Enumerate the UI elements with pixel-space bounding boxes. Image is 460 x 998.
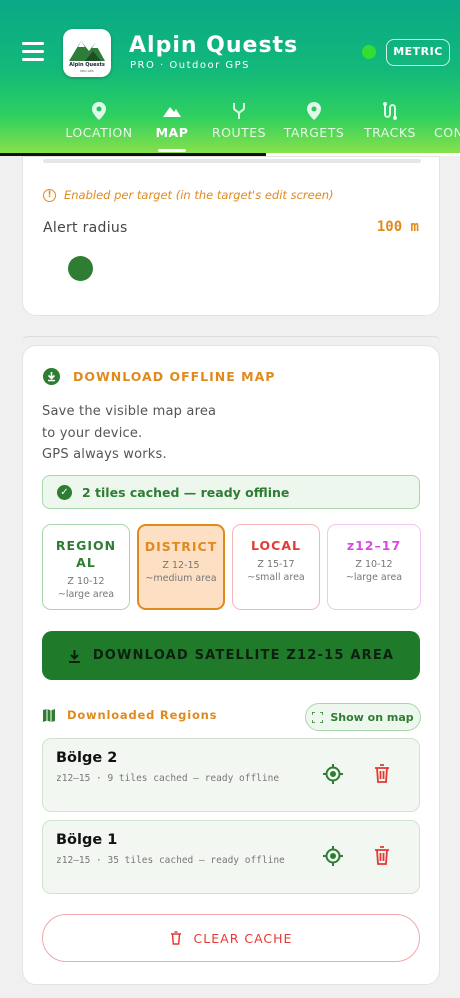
active-tab-indicator [158,149,186,152]
zoom-option-desc: ~large area [345,572,403,583]
tab-tracks[interactable]: TRACKS [362,100,418,152]
tab-targets[interactable]: TARGETS [283,100,345,152]
fork-icon [233,103,245,119]
alert-radius-slider-handle[interactable] [68,256,93,281]
zoom-option-range: Z 15-17 [257,559,295,570]
zoom-option-title: REGIONAL [55,538,117,570]
alert-radius-value: 100 m [376,219,419,235]
gps-status-dot [362,45,376,59]
tab-label: TRACKS [363,125,416,140]
track-icon [383,102,397,120]
card-separator [22,336,440,342]
app-title: Alpin Quests [129,33,299,58]
offline-map-card: DOWNLOAD OFFLINE MAP Save the visible ma… [22,345,440,985]
tab-label: MAP [155,125,189,140]
zoom-option-range: Z 10-12 [355,559,393,570]
region-item: Bölge 2 z12–15 · 9 tiles cached — ready … [42,738,420,812]
cache-status-text: 2 tiles cached — ready offline [82,484,290,500]
logo-text: Alpin Quests [69,62,105,68]
tab-label: CON [434,125,460,140]
zoom-option-desc: ~medium area [145,573,217,584]
app-logo: Alpin Quests PRO GPS [63,29,111,77]
region-name: Bölge 1 [56,832,118,848]
tab-routes[interactable]: ROUTES [210,100,268,152]
offline-section-header: DOWNLOAD OFFLINE MAP [43,368,275,385]
zoom-option-title: DISTRICT [144,539,218,554]
region-name: Bölge 2 [56,750,118,766]
tab-location[interactable]: LOCATION [64,100,134,152]
fullscreen-icon [312,711,324,723]
info-icon: ! [43,188,56,202]
show-on-map-label: Show on map [330,710,414,724]
zoom-option-range: Z 12-15 [162,560,200,571]
tab-label: TARGETS [283,125,345,140]
download-area-button[interactable]: DOWNLOAD SATELLITE Z12-15 AREA [42,631,420,680]
delete-icon[interactable] [374,764,390,783]
download-icon [68,649,80,663]
cache-status-box: ✓ 2 tiles cached — ready offline [42,475,420,509]
region-item: Bölge 1 z12–15 · 35 tiles cached — ready… [42,820,420,894]
offline-description-line: GPS always works. [42,447,167,462]
alert-radius-label: Alert radius [43,220,128,236]
units-toggle-button[interactable]: METRIC [386,39,450,66]
region-desc: z12–15 · 9 tiles cached — ready offline [56,773,280,784]
tab-bar: LOCATION MAP ROUTES TARGETS TRACKS CON [0,100,460,152]
zoom-option-range: Z 10-12 [67,576,105,587]
zoom-option-district[interactable]: DISTRICT Z 12-15 ~medium area [137,524,225,610]
tab-label: LOCATION [65,125,133,140]
tab-label: ROUTES [211,125,267,140]
clear-cache-label: CLEAR CACHE [193,930,293,946]
alert-note-text: Enabled per target (in the target's edit… [64,188,334,202]
zoom-option-desc: ~small area [247,572,305,583]
zoom-option-title: LOCAL [251,538,301,553]
offline-description-line: to your device. [42,426,143,441]
zoom-option-title: z12–17 [346,538,402,553]
alerts-card: ! Enabled per target (in the target's ed… [22,156,440,316]
logo-subtext: PRO GPS [80,69,94,73]
zoom-option-local[interactable]: LOCAL Z 15-17 ~small area [232,524,320,610]
delete-icon[interactable] [374,846,390,865]
pin-icon [92,102,106,120]
download-icon [43,368,60,385]
map-icon [43,708,55,722]
tab-map[interactable]: MAP [148,100,196,152]
regions-header: Downloaded Regions [43,708,217,722]
trash-icon [170,931,181,945]
zoom-option-regional[interactable]: REGIONAL Z 10-12 ~large area [42,524,130,610]
zoom-option-desc: ~large area [57,589,115,600]
locate-icon[interactable] [323,846,343,866]
region-desc: z12–15 · 35 tiles cached — ready offline [56,855,285,866]
app-header: Alpin Quests PRO GPS Alpin Quests PRO · … [0,0,460,156]
download-area-label: DOWNLOAD SATELLITE Z12-15 AREA [92,648,395,663]
offline-description-line: Save the visible map area [42,404,217,419]
offline-section-title: DOWNLOAD OFFLINE MAP [73,369,276,384]
tab-connect[interactable]: CON [434,100,460,152]
check-icon: ✓ [57,484,72,500]
zoom-option-z12-17[interactable]: z12–17 Z 10-12 ~large area [327,524,421,610]
clear-cache-button[interactable]: CLEAR CACHE [42,914,420,962]
regions-title: Downloaded Regions [67,708,218,722]
alert-note: ! Enabled per target (in the target's ed… [43,188,334,202]
locate-icon[interactable] [323,764,343,784]
app-subtitle: PRO · Outdoor GPS [130,60,251,71]
show-on-map-button[interactable]: Show on map [305,703,421,731]
mountain-icon [163,107,181,117]
menu-icon[interactable] [22,42,46,62]
pin-icon [307,102,321,120]
